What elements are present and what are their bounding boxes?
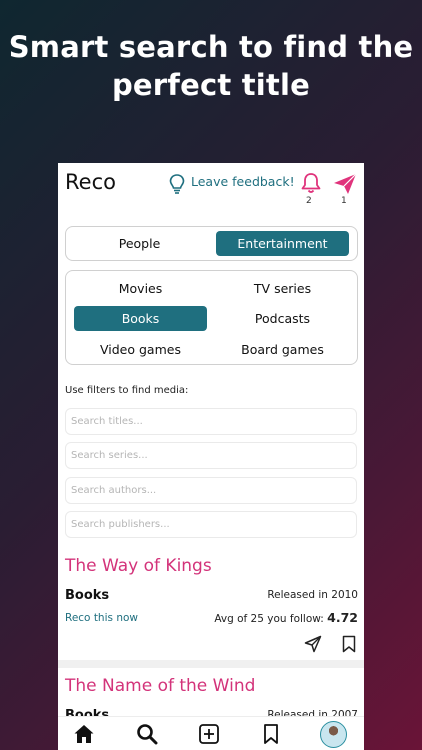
search-publishers-input[interactable]	[65, 511, 357, 538]
lightbulb-icon[interactable]	[168, 173, 186, 195]
bottom-nav	[58, 716, 364, 750]
avatar[interactable]	[320, 721, 347, 748]
result-release-date: Released in 2010	[267, 589, 358, 601]
share-icon[interactable]	[304, 635, 322, 653]
audience-toggle: People Entertainment	[65, 226, 358, 261]
media-video-games[interactable]: Video games	[74, 337, 207, 362]
leave-feedback-link[interactable]: Leave feedback!	[191, 174, 295, 189]
saved-bookmark-icon[interactable]	[260, 723, 282, 745]
media-tv-series[interactable]: TV series	[216, 276, 349, 301]
send-icon[interactable]	[332, 172, 358, 196]
search-icon[interactable]	[136, 723, 158, 745]
phone-screen: Reco Leave feedback! 2 1 People Entertai…	[58, 163, 364, 750]
app-title: Reco	[65, 170, 116, 194]
top-bar: Reco Leave feedback! 2 1	[58, 163, 364, 213]
average-rating-value: 4.72	[327, 610, 358, 625]
result-title[interactable]: The Name of the Wind	[65, 676, 255, 696]
reco-this-now-link[interactable]: Reco this now	[65, 612, 138, 624]
result-title[interactable]: The Way of Kings	[65, 556, 212, 576]
media-movies[interactable]: Movies	[74, 276, 207, 301]
tab-people[interactable]: People	[73, 231, 206, 256]
headline: Smart search to find the perfect title	[8, 30, 414, 102]
home-icon[interactable]	[73, 723, 95, 745]
search-series-input[interactable]	[65, 442, 357, 469]
media-type-selector: Movies TV series Books Podcasts Video ga…	[65, 270, 358, 365]
messages-count: 1	[341, 196, 347, 206]
media-podcasts[interactable]: Podcasts	[216, 306, 349, 331]
bookmark-icon[interactable]	[341, 635, 357, 653]
result-average-rating: Avg of 25 you follow: 4.72	[214, 610, 358, 625]
media-books[interactable]: Books	[74, 306, 207, 331]
filters-label: Use filters to find media:	[65, 385, 189, 396]
add-icon[interactable]	[198, 723, 220, 745]
result-divider	[58, 660, 364, 668]
media-board-games[interactable]: Board games	[216, 337, 349, 362]
notifications-count: 2	[306, 196, 312, 206]
bell-icon[interactable]	[300, 171, 322, 195]
tab-entertainment[interactable]: Entertainment	[216, 231, 349, 256]
search-titles-input[interactable]	[65, 408, 357, 435]
result-category: Books	[65, 588, 110, 603]
search-authors-input[interactable]	[65, 477, 357, 504]
average-rating-label: Avg of 25 you follow:	[214, 613, 328, 625]
